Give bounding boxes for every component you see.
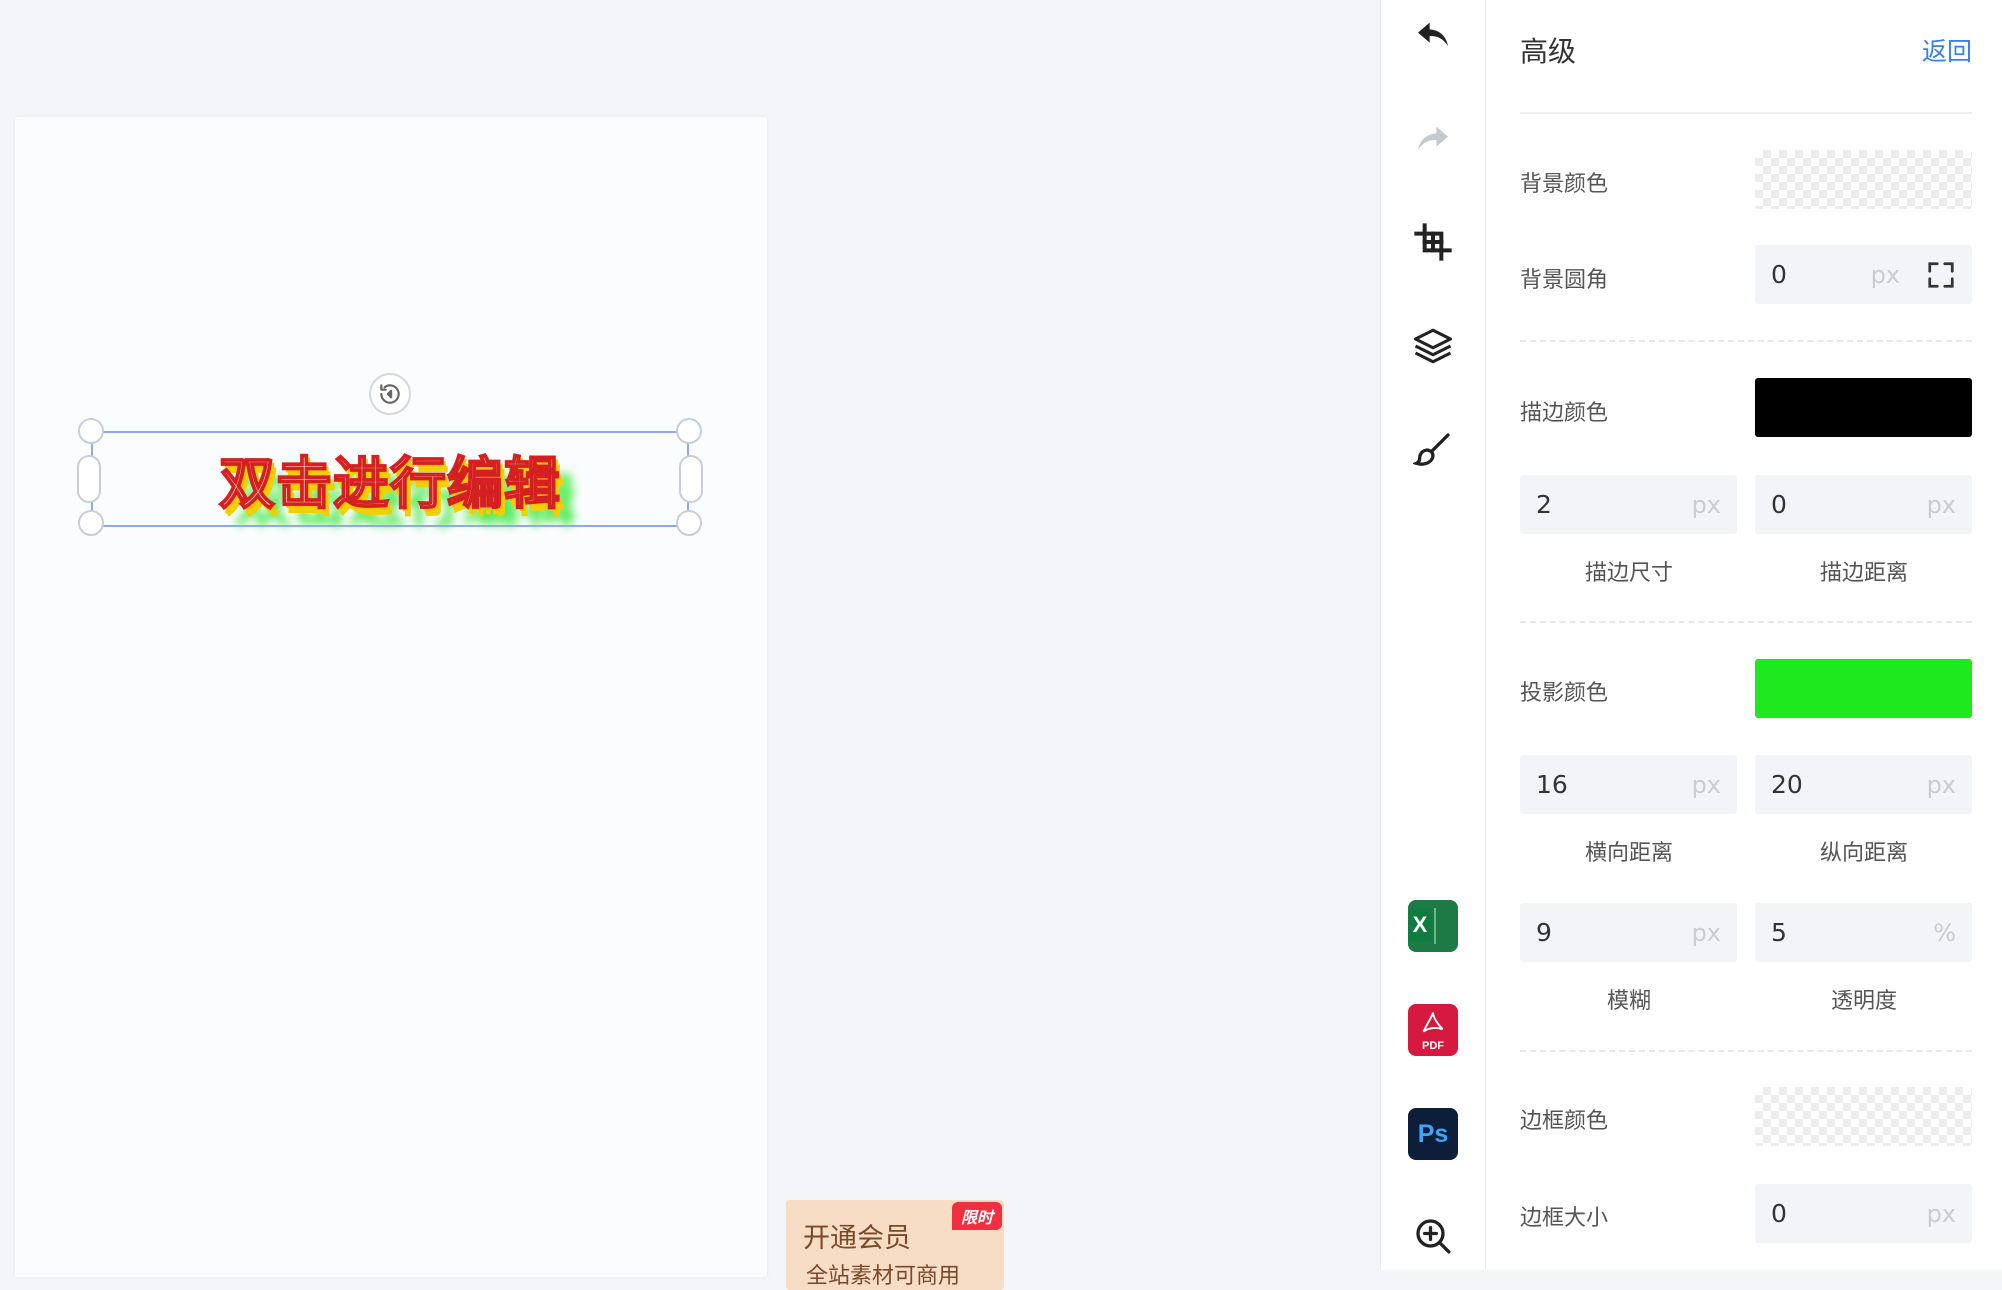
resize-handle-bottom-left[interactable] xyxy=(78,510,104,536)
zoom-in-button[interactable] xyxy=(1405,1208,1461,1264)
vip-promo-banner[interactable]: 开通会员 全站素材可商用 限时 xyxy=(786,1200,1004,1290)
shadow-blur-value: 9 xyxy=(1536,918,1552,947)
shadow-color-label: 投影颜色 xyxy=(1520,681,1609,706)
shadow-x-input[interactable]: 16 px xyxy=(1520,755,1737,814)
shadow-color-swatch[interactable] xyxy=(1755,659,1972,718)
expand-corners-icon[interactable] xyxy=(1926,260,1956,290)
shadow-y-unit: px xyxy=(1926,770,1956,799)
vertical-toolbar: X PDF Ps xyxy=(1380,0,1486,1270)
bg-radius-value: 0 xyxy=(1771,260,1787,289)
excel-icon: X xyxy=(1408,900,1458,952)
promo-badge: 限时 xyxy=(951,1202,1002,1230)
resize-handle-bottom-right[interactable] xyxy=(676,510,702,536)
shadow-opacity-input[interactable]: 5 % xyxy=(1755,903,1972,962)
design-page[interactable] xyxy=(15,117,767,1277)
shadow-x-label: 横向距离 xyxy=(1584,841,1673,866)
section-divider xyxy=(1520,1050,1972,1052)
border-color-label: 边框颜色 xyxy=(1520,1109,1609,1134)
photoshop-icon: Ps xyxy=(1408,1108,1458,1160)
panel-title: 高级 xyxy=(1520,35,1577,68)
promo-subtitle: 全站素材可商用 xyxy=(806,1264,961,1289)
redo-button[interactable] xyxy=(1405,112,1461,168)
bg-radius-input[interactable]: 0 px xyxy=(1755,245,1972,304)
pdf-icon: PDF xyxy=(1408,1004,1458,1056)
stroke-size-input[interactable]: 2 px xyxy=(1520,475,1737,534)
selection-box[interactable] xyxy=(91,431,689,527)
stroke-distance-value: 0 xyxy=(1771,490,1787,519)
canvas-workspace[interactable]: 双击进行编辑 开通会员 全站素材可商用 限时 xyxy=(0,0,1380,1290)
shadow-x-value: 16 xyxy=(1536,770,1568,799)
zoom-in-icon xyxy=(1416,1219,1451,1254)
bg-color-label: 背景颜色 xyxy=(1520,172,1609,197)
resize-handle-right[interactable] xyxy=(679,455,703,503)
shadow-opacity-label: 透明度 xyxy=(1830,989,1897,1014)
border-size-unit: px xyxy=(1926,1199,1956,1228)
stroke-size-unit: px xyxy=(1691,490,1721,519)
stroke-size-label: 描边尺寸 xyxy=(1584,561,1673,586)
shadow-blur-label: 模糊 xyxy=(1606,989,1651,1014)
bg-radius-label: 背景圆角 xyxy=(1520,268,1609,293)
stroke-distance-input[interactable]: 0 px xyxy=(1755,475,1972,534)
shadow-y-label: 纵向距离 xyxy=(1819,841,1908,866)
rotate-handle[interactable] xyxy=(369,373,411,415)
stroke-color-label: 描边颜色 xyxy=(1520,401,1609,426)
rotate-icon xyxy=(380,384,400,404)
border-size-input[interactable]: 0 px xyxy=(1755,1184,1972,1243)
border-color-swatch[interactable] xyxy=(1755,1087,1972,1146)
stroke-distance-label: 描边距离 xyxy=(1819,561,1908,586)
shadow-opacity-unit: % xyxy=(1933,918,1956,947)
stroke-size-value: 2 xyxy=(1536,490,1552,519)
section-divider xyxy=(1520,621,1972,623)
resize-handle-top-right[interactable] xyxy=(676,418,702,444)
shadow-blur-unit: px xyxy=(1691,918,1721,947)
export-excel-button[interactable]: X xyxy=(1405,898,1461,954)
undo-button[interactable] xyxy=(1405,8,1461,64)
layers-button[interactable] xyxy=(1405,318,1461,374)
redo-icon xyxy=(1418,126,1448,150)
bg-color-swatch[interactable] xyxy=(1755,150,1972,209)
crop-icon xyxy=(1414,223,1452,261)
export-pdf-button[interactable]: PDF xyxy=(1405,1002,1461,1058)
border-size-value: 0 xyxy=(1771,1199,1787,1228)
shadow-opacity-value: 5 xyxy=(1771,918,1787,947)
section-divider xyxy=(1520,340,1972,342)
bg-radius-unit: px xyxy=(1870,260,1900,289)
layers-icon xyxy=(1413,328,1453,364)
crop-button[interactable] xyxy=(1405,214,1461,270)
promo-title: 开通会员 xyxy=(803,1223,911,1254)
stroke-distance-unit: px xyxy=(1926,490,1956,519)
shadow-blur-input[interactable]: 9 px xyxy=(1520,903,1737,962)
shadow-y-input[interactable]: 20 px xyxy=(1755,755,1972,814)
undo-icon xyxy=(1418,22,1448,46)
brush-icon xyxy=(1413,433,1450,466)
stroke-color-swatch[interactable] xyxy=(1755,378,1972,437)
header-divider xyxy=(1520,112,1972,114)
back-link[interactable]: 返回 xyxy=(1922,32,1972,68)
advanced-settings-panel: 高级 返回 背景颜色 背景圆角 0 px 描边颜色 2 px 0 px 描边尺寸… xyxy=(1486,0,2002,1270)
brush-button[interactable] xyxy=(1405,422,1461,478)
border-size-label: 边框大小 xyxy=(1520,1206,1609,1231)
resize-handle-top-left[interactable] xyxy=(78,418,104,444)
resize-handle-left[interactable] xyxy=(77,455,101,503)
shadow-x-unit: px xyxy=(1691,770,1721,799)
shadow-y-value: 20 xyxy=(1771,770,1803,799)
export-photoshop-button[interactable]: Ps xyxy=(1405,1106,1461,1162)
